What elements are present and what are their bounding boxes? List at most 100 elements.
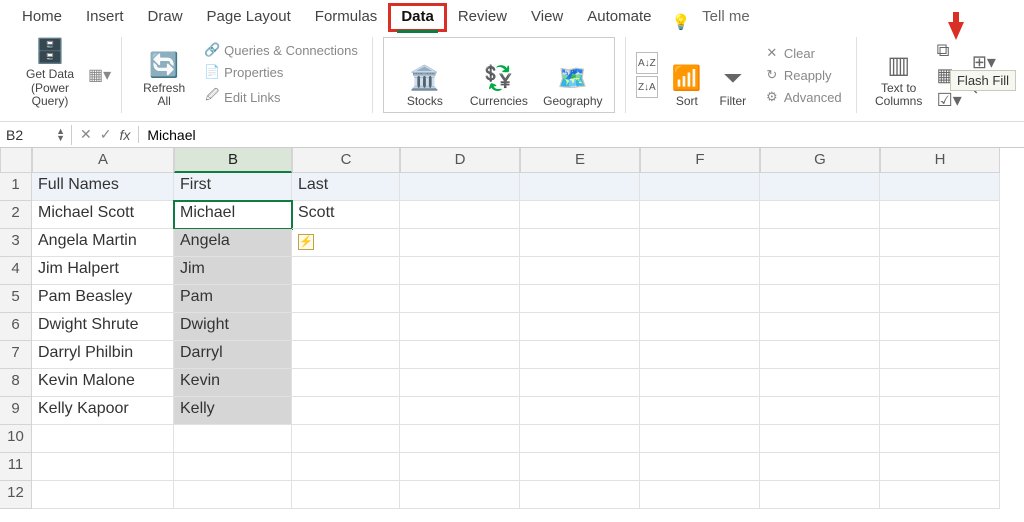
cell-D12[interactable] bbox=[400, 481, 520, 509]
cell-E11[interactable] bbox=[520, 453, 640, 481]
cell-D9[interactable] bbox=[400, 397, 520, 425]
cell-G8[interactable] bbox=[760, 369, 880, 397]
cell-E10[interactable] bbox=[520, 425, 640, 453]
cell-E5[interactable] bbox=[520, 285, 640, 313]
cell-G4[interactable] bbox=[760, 257, 880, 285]
cell-C10[interactable] bbox=[292, 425, 400, 453]
flash-fill-options-icon[interactable]: ⚡ bbox=[298, 234, 314, 250]
cell-G12[interactable] bbox=[760, 481, 880, 509]
cell-F7[interactable] bbox=[640, 341, 760, 369]
cell-B11[interactable] bbox=[174, 453, 292, 481]
cell-G9[interactable] bbox=[760, 397, 880, 425]
cell-C12[interactable] bbox=[292, 481, 400, 509]
cell-D7[interactable] bbox=[400, 341, 520, 369]
cell-B12[interactable] bbox=[174, 481, 292, 509]
cell-H9[interactable] bbox=[880, 397, 1000, 425]
accept-formula-button[interactable]: ✓ bbox=[100, 126, 112, 143]
row-header-7[interactable]: 7 bbox=[0, 341, 32, 369]
col-header-G[interactable]: G bbox=[760, 148, 880, 173]
stocks-button[interactable]: 🏛️ Stocks bbox=[388, 42, 462, 108]
queries-connections-button[interactable]: 🔗 Queries & Connections bbox=[200, 40, 362, 60]
data-validation-button[interactable]: ☑▾ bbox=[937, 90, 962, 111]
cell-A11[interactable] bbox=[32, 453, 174, 481]
cell-B10[interactable] bbox=[174, 425, 292, 453]
row-header-1[interactable]: 1 bbox=[0, 173, 32, 201]
cell-G10[interactable] bbox=[760, 425, 880, 453]
tab-formulas[interactable]: Formulas bbox=[303, 4, 390, 31]
cell-G6[interactable] bbox=[760, 313, 880, 341]
cell-D6[interactable] bbox=[400, 313, 520, 341]
cell-D2[interactable] bbox=[400, 201, 520, 229]
cell-C2[interactable]: Scott bbox=[292, 201, 400, 229]
cell-A12[interactable] bbox=[32, 481, 174, 509]
tab-view[interactable]: View bbox=[519, 4, 575, 31]
cell-D5[interactable] bbox=[400, 285, 520, 313]
cell-D11[interactable] bbox=[400, 453, 520, 481]
cell-G11[interactable] bbox=[760, 453, 880, 481]
text-to-columns-button[interactable]: ▥ Text to Columns bbox=[867, 42, 931, 108]
cell-H11[interactable] bbox=[880, 453, 1000, 481]
cell-A8[interactable]: Kevin Malone bbox=[32, 369, 174, 397]
row-header-3[interactable]: 3 bbox=[0, 229, 32, 257]
cell-B5[interactable]: Pam bbox=[174, 285, 292, 313]
cell-G7[interactable] bbox=[760, 341, 880, 369]
tab-draw[interactable]: Draw bbox=[136, 4, 195, 31]
tell-me[interactable]: Tell me bbox=[690, 4, 762, 31]
col-header-F[interactable]: F bbox=[640, 148, 760, 173]
name-box[interactable]: B2 ▲▼ bbox=[0, 125, 72, 145]
advanced-filter-button[interactable]: ⚙ Advanced bbox=[760, 87, 846, 107]
fx-icon[interactable]: fx bbox=[119, 127, 130, 143]
cell-F1[interactable] bbox=[640, 173, 760, 201]
cell-F10[interactable] bbox=[640, 425, 760, 453]
cell-C3[interactable]: ⚡ bbox=[292, 229, 400, 257]
cell-A2[interactable]: Michael Scott bbox=[32, 201, 174, 229]
properties-button[interactable]: 📄 Properties bbox=[200, 62, 362, 82]
data-grid-icon[interactable]: ▦▾ bbox=[88, 65, 111, 85]
sort-asc-button[interactable]: A↓Z bbox=[636, 52, 658, 74]
cell-B1[interactable]: First bbox=[174, 173, 292, 201]
sort-button[interactable]: 📶 Sort bbox=[664, 42, 710, 108]
currencies-button[interactable]: 💱 Currencies bbox=[462, 42, 536, 108]
cell-H2[interactable] bbox=[880, 201, 1000, 229]
cell-D8[interactable] bbox=[400, 369, 520, 397]
cell-B2[interactable]: Michael bbox=[174, 201, 292, 229]
row-header-8[interactable]: 8 bbox=[0, 369, 32, 397]
row-header-6[interactable]: 6 bbox=[0, 313, 32, 341]
cell-E4[interactable] bbox=[520, 257, 640, 285]
col-header-E[interactable]: E bbox=[520, 148, 640, 173]
cell-A7[interactable]: Darryl Philbin bbox=[32, 341, 174, 369]
cell-F9[interactable] bbox=[640, 397, 760, 425]
cell-F11[interactable] bbox=[640, 453, 760, 481]
cell-H8[interactable] bbox=[880, 369, 1000, 397]
cell-H1[interactable] bbox=[880, 173, 1000, 201]
cell-H7[interactable] bbox=[880, 341, 1000, 369]
cell-C1[interactable]: Last bbox=[292, 173, 400, 201]
select-all-corner[interactable] bbox=[0, 148, 32, 173]
cell-F6[interactable] bbox=[640, 313, 760, 341]
cell-G2[interactable] bbox=[760, 201, 880, 229]
cell-E6[interactable] bbox=[520, 313, 640, 341]
row-header-10[interactable]: 10 bbox=[0, 425, 32, 453]
cell-B8[interactable]: Kevin bbox=[174, 369, 292, 397]
cell-E2[interactable] bbox=[520, 201, 640, 229]
edit-links-button[interactable]: 🖉 Edit Links bbox=[200, 84, 362, 110]
row-header-11[interactable]: 11 bbox=[0, 453, 32, 481]
col-header-H[interactable]: H bbox=[880, 148, 1000, 173]
row-header-9[interactable]: 9 bbox=[0, 397, 32, 425]
reapply-button[interactable]: ↻ Reapply bbox=[760, 65, 846, 85]
formula-input[interactable] bbox=[139, 125, 1024, 145]
cell-A5[interactable]: Pam Beasley bbox=[32, 285, 174, 313]
row-header-2[interactable]: 2 bbox=[0, 201, 32, 229]
cell-A4[interactable]: Jim Halpert bbox=[32, 257, 174, 285]
cell-C11[interactable] bbox=[292, 453, 400, 481]
cell-D3[interactable] bbox=[400, 229, 520, 257]
cell-C4[interactable] bbox=[292, 257, 400, 285]
name-box-spinner-icon[interactable]: ▲▼ bbox=[56, 128, 65, 142]
cell-F3[interactable] bbox=[640, 229, 760, 257]
cell-F4[interactable] bbox=[640, 257, 760, 285]
tab-data[interactable]: Data bbox=[389, 4, 446, 31]
cell-A9[interactable]: Kelly Kapoor bbox=[32, 397, 174, 425]
cell-H10[interactable] bbox=[880, 425, 1000, 453]
cell-H6[interactable] bbox=[880, 313, 1000, 341]
cell-C6[interactable] bbox=[292, 313, 400, 341]
